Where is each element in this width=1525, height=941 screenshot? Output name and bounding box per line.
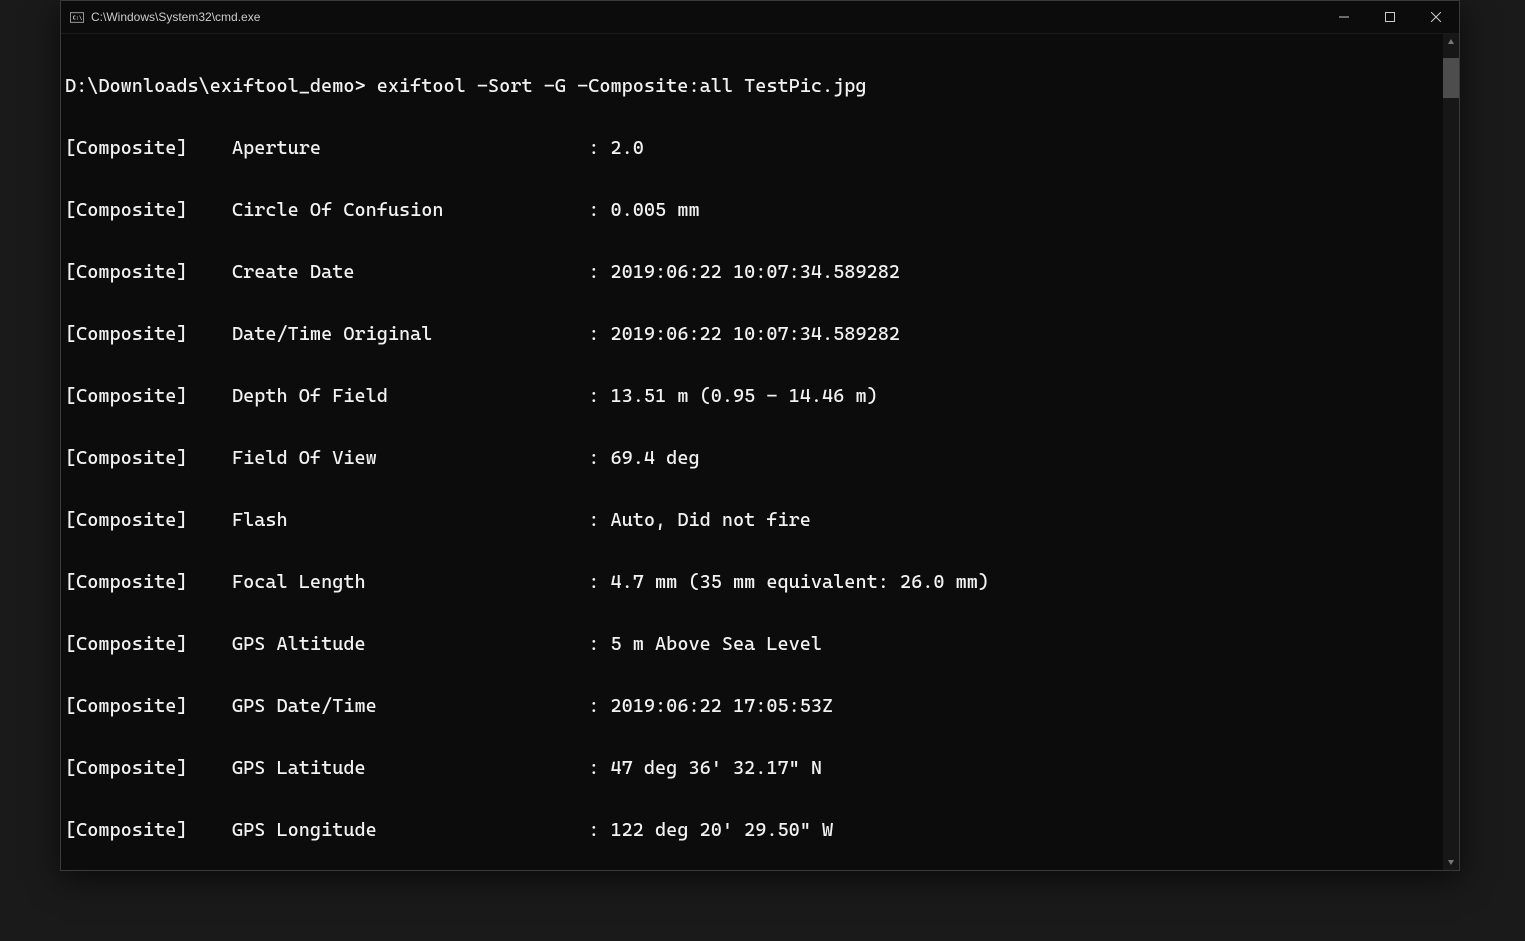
output-row: [Composite] Date/Time Original : 2019:06… xyxy=(65,319,1459,350)
output-value: 2019:06:22 10:07:34.589282 xyxy=(611,261,900,283)
minimize-button[interactable] xyxy=(1321,1,1367,33)
cmd-window: C:\ C:\Windows\System32\cmd.exe D:\Downl… xyxy=(60,0,1460,871)
scroll-thumb[interactable] xyxy=(1443,58,1459,98)
output-tag: Depth Of Field xyxy=(232,385,588,407)
command-line: D:\Downloads\exiftool_demo> exiftool -So… xyxy=(65,71,1459,102)
titlebar[interactable]: C:\ C:\Windows\System32\cmd.exe xyxy=(61,1,1459,34)
output-value: 2.0 xyxy=(611,137,644,159)
output-value: 5 m Above Sea Level xyxy=(611,633,823,655)
output-group: [Composite] xyxy=(65,261,187,283)
output-value: Auto, Did not fire xyxy=(611,509,811,531)
output-tag: GPS Date/Time xyxy=(232,695,588,717)
output-group: [Composite] xyxy=(65,509,187,531)
output-row: [Composite] Field Of View : 69.4 deg xyxy=(65,443,1459,474)
output-group: [Composite] xyxy=(65,819,187,841)
scroll-down-button[interactable] xyxy=(1443,854,1459,870)
vertical-scrollbar[interactable] xyxy=(1443,34,1459,870)
output-group: [Composite] xyxy=(65,757,187,779)
svg-text:C:\: C:\ xyxy=(73,15,82,21)
output-group: [Composite] xyxy=(65,199,187,221)
output-value: 13.51 m (0.95 - 14.46 m) xyxy=(611,385,878,407)
output-tag: GPS Longitude xyxy=(232,819,588,841)
cmd-icon: C:\ xyxy=(69,9,85,25)
window-title: C:\Windows\System32\cmd.exe xyxy=(91,10,260,24)
output-tag: Flash xyxy=(232,509,588,531)
maximize-button[interactable] xyxy=(1367,1,1413,33)
output-group: [Composite] xyxy=(65,137,187,159)
output-tag: Field Of View xyxy=(232,447,588,469)
close-button[interactable] xyxy=(1413,1,1459,33)
output-value: 69.4 deg xyxy=(611,447,700,469)
output-row: [Composite] Circle Of Confusion : 0.005 … xyxy=(65,195,1459,226)
output-row: [Composite] GPS Longitude : 122 deg 20' … xyxy=(65,815,1459,846)
output-value: 4.7 mm (35 mm equivalent: 26.0 mm) xyxy=(611,571,990,593)
output-group: [Composite] xyxy=(65,385,187,407)
output-value: 2019:06:22 10:07:34.589282 xyxy=(611,323,900,345)
output-row: [Composite] Create Date : 2019:06:22 10:… xyxy=(65,257,1459,288)
output-value: 0.005 mm xyxy=(611,199,700,221)
output-group: [Composite] xyxy=(65,323,187,345)
output-value: 47 deg 36' 32.17" N xyxy=(611,757,823,779)
scroll-up-button[interactable] xyxy=(1443,34,1459,50)
output-value: 2019:06:22 17:05:53Z xyxy=(611,695,834,717)
output-row: [Composite] GPS Date/Time : 2019:06:22 1… xyxy=(65,691,1459,722)
output-tag: Create Date xyxy=(232,261,588,283)
output-tag: GPS Latitude xyxy=(232,757,588,779)
output-tag: Date/Time Original xyxy=(232,323,588,345)
output-row: [Composite] Focal Length : 4.7 mm (35 mm… xyxy=(65,567,1459,598)
output-tag: Aperture xyxy=(232,137,588,159)
output-tag: GPS Altitude xyxy=(232,633,588,655)
prompt: D:\Downloads\exiftool_demo> xyxy=(65,75,377,97)
output-tag: Circle Of Confusion xyxy=(232,199,588,221)
output-row: [Composite] GPS Latitude : 47 deg 36' 32… xyxy=(65,753,1459,784)
command-text: exiftool -Sort -G -Composite:all TestPic… xyxy=(377,75,867,97)
terminal-client-area: D:\Downloads\exiftool_demo> exiftool -So… xyxy=(61,34,1459,870)
output-row: [Composite] Aperture : 2.0 xyxy=(65,133,1459,164)
terminal-output[interactable]: D:\Downloads\exiftool_demo> exiftool -So… xyxy=(61,34,1459,870)
output-group: [Composite] xyxy=(65,447,187,469)
output-row: [Composite] GPS Altitude : 5 m Above Sea… xyxy=(65,629,1459,660)
output-group: [Composite] xyxy=(65,633,187,655)
output-group: [Composite] xyxy=(65,695,187,717)
output-value: 122 deg 20' 29.50" W xyxy=(611,819,834,841)
output-row: [Composite] Depth Of Field : 13.51 m (0.… xyxy=(65,381,1459,412)
output-group: [Composite] xyxy=(65,571,187,593)
output-tag: Focal Length xyxy=(232,571,588,593)
output-row: [Composite] Flash : Auto, Did not fire xyxy=(65,505,1459,536)
